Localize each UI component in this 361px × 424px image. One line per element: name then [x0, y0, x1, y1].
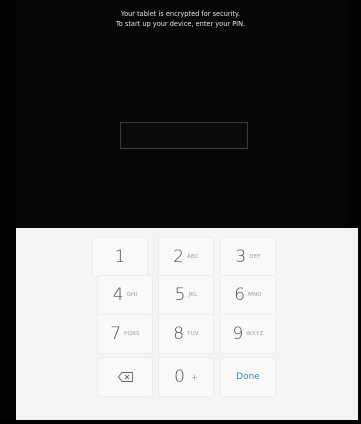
key-8-letters: TUV	[187, 331, 199, 337]
encryption-message-line2: To start up your device, enter your PIN.	[115, 20, 246, 28]
key-0[interactable]: 0 +	[159, 358, 213, 396]
key-9-digit: 9	[232, 324, 244, 344]
key-5-digit: 5	[174, 285, 186, 305]
key-4-digit: 4	[112, 285, 124, 305]
key-2-digit: 2	[173, 247, 184, 267]
numeric-keypad: 1 2 ABC 3 DEF 4 GHI 5 JKL 6 MNO 7 PQRS 8	[16, 228, 358, 424]
key-1[interactable]: 1	[93, 238, 147, 276]
key-2[interactable]: 2 ABC	[159, 238, 213, 276]
done-label: Done	[236, 372, 260, 382]
encryption-message-line1: Your tablet is encrypted for security.	[120, 10, 241, 18]
key-8-digit: 8	[173, 324, 185, 344]
backspace-button[interactable]	[98, 358, 152, 396]
key-3-digit: 3	[235, 247, 247, 267]
key-6-digit: 6	[234, 285, 246, 305]
key-9-letters: WXYZ	[246, 331, 264, 337]
key-6[interactable]: 6 MNO	[221, 276, 275, 314]
encryption-screen: Your tablet is encrypted for security. T…	[0, 0, 361, 424]
key-4-letters: GHI	[126, 292, 138, 298]
key-0-digit: 0	[174, 367, 185, 387]
key-7-letters: PQRS	[124, 331, 140, 337]
bottom-bezel	[0, 420, 361, 424]
key-7-digit: 7	[110, 324, 122, 344]
pin-input-field[interactable]	[120, 122, 248, 149]
backspace-icon	[117, 372, 133, 382]
encryption-message: Your tablet is encrypted for security. T…	[40, 9, 321, 29]
key-2-letters: ABC	[186, 254, 199, 260]
key-7[interactable]: 7 PQRS	[98, 315, 152, 353]
key-8[interactable]: 8 TUV	[159, 315, 213, 353]
key-1-digit: 1	[114, 247, 126, 267]
key-5-letters: JKL	[188, 292, 198, 298]
key-5[interactable]: 5 JKL	[159, 276, 213, 314]
key-3[interactable]: 3 DEF	[221, 238, 275, 276]
key-9[interactable]: 9 WXYZ	[221, 315, 275, 353]
key-3-letters: DEF	[249, 254, 261, 260]
key-0-plus: +	[190, 372, 198, 382]
bezel-left	[0, 0, 16, 424]
key-6-letters: MNO	[248, 292, 262, 298]
key-4[interactable]: 4 GHI	[98, 276, 152, 314]
done-button[interactable]: Done	[221, 358, 275, 396]
